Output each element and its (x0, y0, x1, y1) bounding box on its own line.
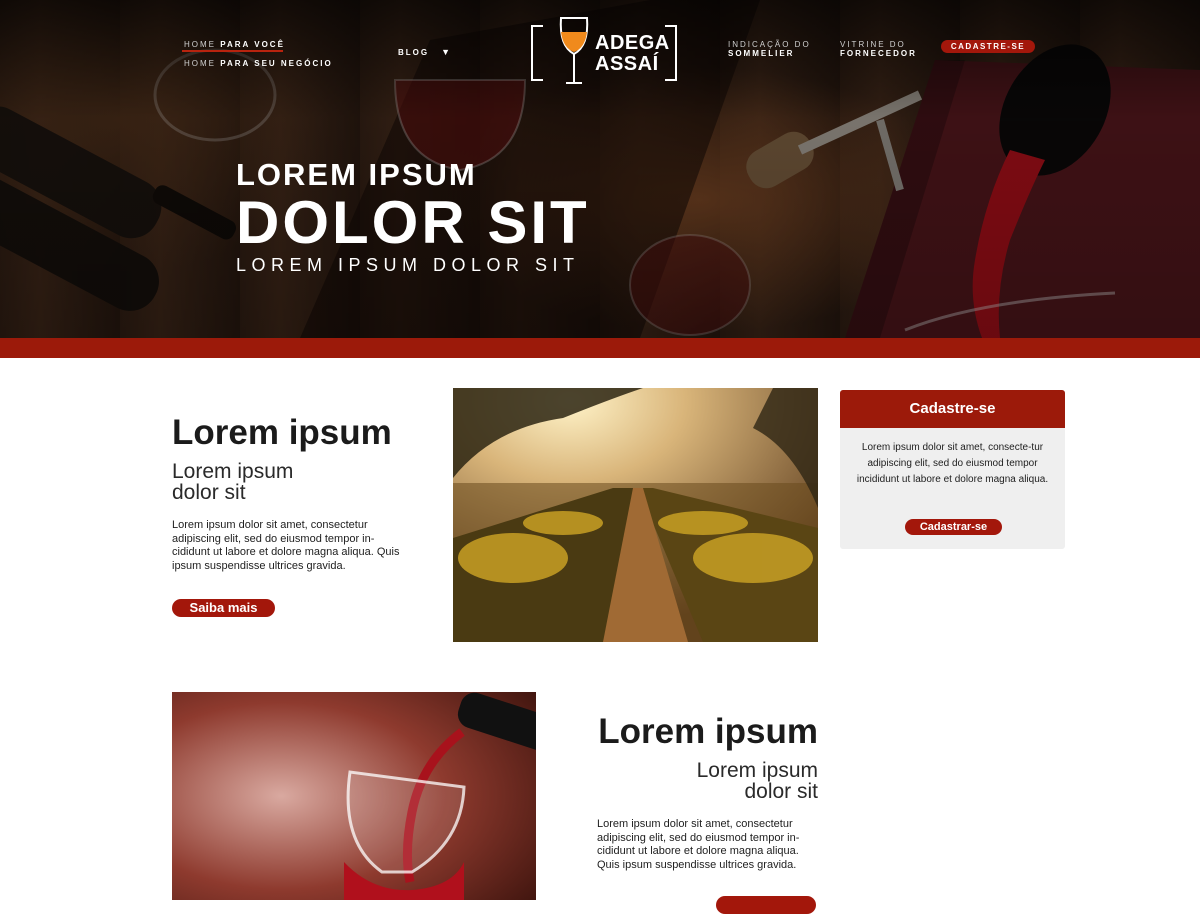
nav-home-label: PARA VOCÊ (220, 40, 285, 49)
hero-accent-band (0, 338, 1200, 358)
saiba-mais-button[interactable]: Saiba mais (172, 599, 275, 617)
top-navigation: HOME PARA VOCÊ HOME PARA SEU NEGÓCIO BLO… (0, 0, 1200, 100)
wine-glass-icon (559, 17, 589, 84)
nav-cadastre-button[interactable]: CADASTRE-SE (941, 40, 1035, 53)
logo-text-line2: ASSAÍ (595, 53, 659, 75)
cadastrar-se-button[interactable]: Cadastrar-se (905, 519, 1002, 535)
caret-down-icon: ▼ (441, 47, 453, 57)
logo-text-line1: ADEGA (595, 32, 670, 54)
section1-body-text: Lorem ipsum dolor sit amet, consectetur … (172, 519, 400, 572)
section1-subtitle-line2: dolor sit (172, 481, 246, 504)
section2-body-text: Lorem ipsum dolor sit amet, consectetur … (597, 818, 800, 871)
cadastre-card-text: Lorem ipsum dolor sit amet, consecte-tur… (856, 442, 1049, 485)
nav-home-prefix: HOME (184, 40, 216, 49)
logo[interactable]: ADEGA ASSAÍ (531, 17, 677, 84)
section1-subtitle-line1: Lorem ipsum (172, 460, 294, 483)
vineyard-image (453, 388, 818, 642)
section2-subtitle-line2: dolor sit (744, 780, 818, 803)
nav-fornecedor-line2: FORNECEDOR (840, 49, 917, 58)
nav-vitrine-fornecedor[interactable]: VITRINE DO FORNECEDOR (840, 40, 917, 58)
nav-home-para-voce[interactable]: HOME PARA VOCÊ (184, 40, 285, 49)
nav-blog-label: BLOG (398, 48, 430, 57)
section2-title: Lorem ipsum (598, 712, 818, 751)
nav-home-para-seu-negocio[interactable]: HOME PARA SEU NEGÓCIO (184, 59, 333, 68)
section2-subtitle: Lorem ipsum dolor sit (598, 760, 818, 802)
section2-subtitle-line1: Lorem ipsum (696, 759, 818, 782)
nav-sommelier-line1: INDICAÇÃO DO (728, 40, 811, 49)
nav-blog-dropdown[interactable]: BLOG ▼ (398, 47, 452, 57)
nav-sommelier-line2: SOMMELIER (728, 49, 795, 58)
section2-button[interactable] (716, 896, 816, 914)
cadastre-card-title: Cadastre-se (840, 390, 1065, 428)
nav-home-label: PARA SEU NEGÓCIO (220, 59, 333, 68)
nav-active-indicator (182, 50, 283, 52)
hero-heading-large: DOLOR SIT (236, 189, 590, 256)
hero-tagline: LOREM IPSUM DOLOR SIT (236, 255, 580, 275)
wine-pour-image (172, 692, 536, 900)
logo-bracket-left (531, 25, 543, 81)
section1-title: Lorem ipsum (172, 413, 392, 452)
nav-home-prefix: HOME (184, 59, 216, 68)
section1-subtitle: Lorem ipsum dolor sit (172, 461, 372, 503)
nav-indicacao-sommelier[interactable]: INDICAÇÃO DO SOMMELIER (728, 40, 811, 58)
nav-fornecedor-line1: VITRINE DO (840, 40, 906, 49)
